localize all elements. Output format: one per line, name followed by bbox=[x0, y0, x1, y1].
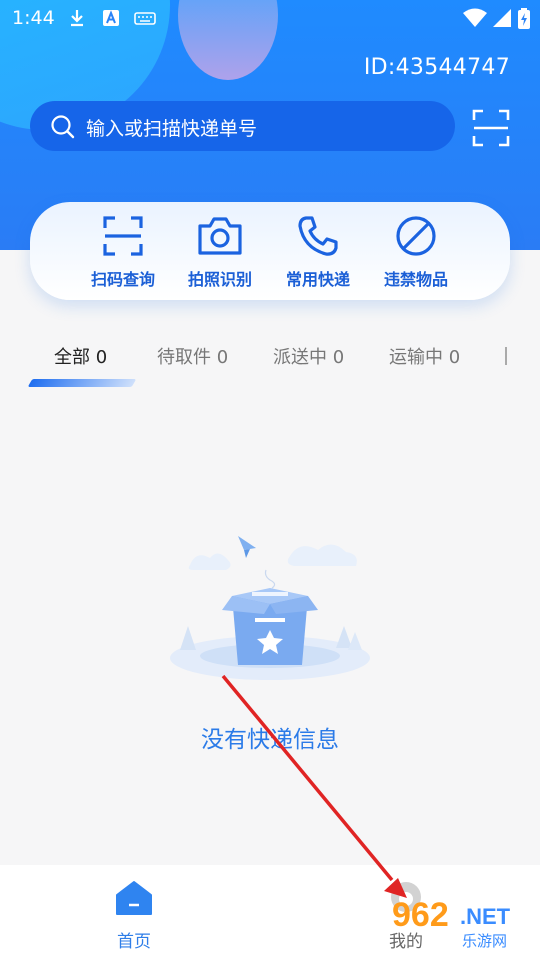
search-placeholder: 输入或扫描快递单号 bbox=[86, 118, 258, 140]
scan-button-icon[interactable] bbox=[471, 108, 511, 148]
action-label: 扫码查询 bbox=[90, 270, 155, 289]
nav-home[interactable]: 首页 bbox=[84, 879, 184, 952]
action-scan-query[interactable]: 扫码查询 bbox=[74, 214, 172, 290]
status-tabs: 全部 0 待取件 0 派送中 0 运输中 0 bbox=[0, 340, 540, 400]
tab-more-clipped[interactable] bbox=[505, 347, 515, 365]
wifi-icon bbox=[463, 8, 487, 27]
quick-actions-panel: 扫码查询 拍照识别 常用快递 违禁物品 bbox=[30, 202, 510, 300]
watermark-sub: 乐游网 bbox=[462, 932, 507, 950]
home-icon bbox=[116, 881, 152, 915]
search-icon bbox=[51, 115, 75, 139]
keyboard-icon bbox=[134, 12, 156, 25]
camera-icon bbox=[198, 217, 242, 255]
action-forbidden-items[interactable]: 违禁物品 bbox=[367, 214, 465, 290]
action-common-express[interactable]: 常用快递 bbox=[269, 214, 367, 290]
nav-home-label: 首页 bbox=[117, 932, 151, 952]
active-tab-indicator bbox=[27, 379, 137, 387]
scan-icon bbox=[103, 216, 143, 256]
download-icon bbox=[71, 10, 83, 27]
site-watermark-logo: 962 .NET 乐游网 bbox=[392, 896, 511, 950]
tab-all[interactable]: 全部 0 bbox=[54, 343, 107, 369]
forbidden-icon bbox=[396, 216, 436, 256]
empty-box-illustration bbox=[170, 536, 370, 680]
user-id: ID:43544747 bbox=[363, 55, 510, 80]
signal-icon bbox=[493, 9, 511, 27]
status-bar: 1:44 bbox=[0, 0, 540, 36]
watermark-brand: 962 bbox=[392, 896, 449, 934]
action-label: 拍照识别 bbox=[187, 270, 252, 289]
search-input[interactable]: 输入或扫描快递单号 bbox=[30, 101, 455, 151]
tab-delivering[interactable]: 派送中 0 bbox=[273, 343, 344, 369]
keyboard-a-icon bbox=[103, 10, 119, 26]
empty-message: 没有快递信息 bbox=[201, 727, 339, 753]
battery-icon bbox=[518, 8, 530, 29]
action-label: 违禁物品 bbox=[383, 270, 448, 289]
phone-icon bbox=[298, 216, 338, 256]
tab-pending-pickup[interactable]: 待取件 0 bbox=[157, 343, 228, 369]
action-label: 常用快递 bbox=[285, 270, 350, 289]
status-time: 1:44 bbox=[12, 7, 55, 29]
watermark-net: .NET bbox=[460, 904, 511, 929]
tab-in-transit[interactable]: 运输中 0 bbox=[389, 343, 460, 369]
action-photo-recognize[interactable]: 拍照识别 bbox=[171, 214, 269, 290]
